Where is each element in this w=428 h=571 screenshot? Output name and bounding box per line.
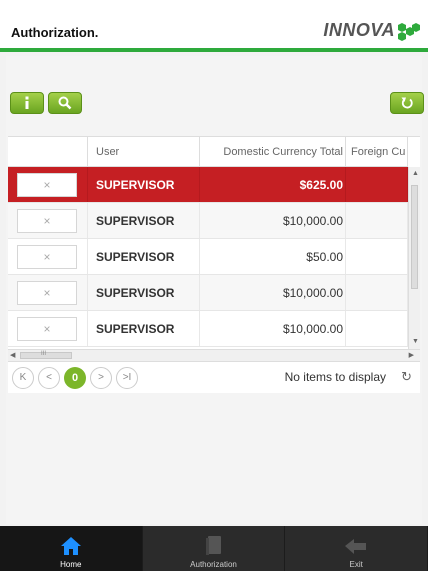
column-header-action[interactable] bbox=[8, 137, 88, 166]
reject-button[interactable]: × bbox=[17, 172, 77, 197]
reject-button[interactable]: × bbox=[17, 244, 77, 269]
nav-exit[interactable]: Exit bbox=[285, 526, 428, 571]
foreign-currency-cell bbox=[346, 167, 408, 202]
foreign-currency-cell bbox=[346, 239, 408, 274]
column-header-foreign-currency[interactable]: Foreign Cu bbox=[346, 137, 408, 166]
horizontal-scroll-thumb[interactable]: III bbox=[20, 351, 72, 359]
grid-header: User Domestic Currency Total Foreign Cu bbox=[8, 137, 408, 167]
main-content: User Domestic Currency Total Foreign Cu … bbox=[6, 56, 424, 524]
pager-info: No items to display bbox=[284, 370, 386, 384]
column-header-user[interactable]: User bbox=[88, 137, 200, 166]
table-row[interactable]: × SUPERVISOR $10,000.00 bbox=[8, 203, 408, 239]
current-page-indicator[interactable]: 0 bbox=[64, 366, 86, 389]
hexagon-logo-icon bbox=[398, 22, 420, 41]
domestic-total-cell: $625.00 bbox=[200, 167, 346, 202]
nav-authorization-label: Authorization bbox=[190, 560, 237, 569]
reject-button[interactable]: × bbox=[17, 316, 77, 341]
table-row[interactable]: × SUPERVISOR $625.00 bbox=[8, 167, 408, 203]
book-icon bbox=[205, 536, 221, 555]
column-header-domestic-total[interactable]: Domestic Currency Total bbox=[200, 137, 346, 166]
search-button[interactable] bbox=[48, 92, 82, 114]
user-cell: SUPERVISOR bbox=[88, 239, 200, 274]
info-icon bbox=[25, 96, 29, 109]
app-header: Authorization. INNOVA bbox=[0, 0, 428, 52]
back-arrow-icon bbox=[345, 539, 367, 554]
last-page-button[interactable]: >I bbox=[116, 366, 138, 389]
info-button[interactable] bbox=[10, 92, 44, 114]
vertical-scroll-thumb[interactable] bbox=[411, 185, 418, 289]
user-cell: SUPERVISOR bbox=[88, 275, 200, 310]
foreign-currency-cell bbox=[346, 311, 408, 346]
scroll-thumb-grip: III bbox=[41, 351, 47, 357]
foreign-currency-cell bbox=[346, 275, 408, 310]
nav-home[interactable]: Home bbox=[0, 526, 143, 571]
home-icon bbox=[60, 537, 81, 555]
domestic-total-cell: $10,000.00 bbox=[200, 275, 346, 310]
vertical-scrollbar[interactable]: ▲ ▼ bbox=[408, 167, 420, 349]
scroll-down-icon[interactable]: ▼ bbox=[412, 337, 419, 347]
pager-refresh-icon[interactable]: ↻ bbox=[401, 369, 412, 385]
refresh-button[interactable] bbox=[390, 92, 424, 114]
scroll-left-icon[interactable]: ◀ bbox=[10, 351, 15, 361]
refresh-icon bbox=[401, 97, 413, 109]
horizontal-scrollbar[interactable]: ◀ III ▶ bbox=[8, 349, 420, 361]
table-row[interactable]: × SUPERVISOR $10,000.00 bbox=[8, 311, 408, 347]
grid-rows: × SUPERVISOR $625.00 × SUPERVISOR $10,00… bbox=[8, 167, 408, 347]
scroll-right-icon[interactable]: ▶ bbox=[409, 351, 414, 361]
innova-logo: INNOVA bbox=[323, 20, 420, 41]
domestic-total-cell: $10,000.00 bbox=[200, 203, 346, 238]
table-row[interactable]: × SUPERVISOR $10,000.00 bbox=[8, 275, 408, 311]
authorization-grid: User Domestic Currency Total Foreign Cu … bbox=[8, 136, 420, 393]
domestic-total-cell: $50.00 bbox=[200, 239, 346, 274]
scroll-up-icon[interactable]: ▲ bbox=[412, 169, 419, 179]
previous-page-button[interactable]: < bbox=[38, 366, 60, 389]
table-row[interactable]: × SUPERVISOR $50.00 bbox=[8, 239, 408, 275]
page-title: Authorization. bbox=[11, 25, 99, 40]
nav-home-label: Home bbox=[60, 560, 82, 569]
nav-authorization[interactable]: Authorization bbox=[143, 526, 286, 571]
nav-exit-label: Exit bbox=[349, 560, 363, 569]
bottom-nav: Home Authorization Exit bbox=[0, 526, 428, 571]
reject-button[interactable]: × bbox=[17, 208, 77, 233]
next-page-button[interactable]: > bbox=[90, 366, 112, 389]
user-cell: SUPERVISOR bbox=[88, 167, 200, 202]
foreign-currency-cell bbox=[346, 203, 408, 238]
user-cell: SUPERVISOR bbox=[88, 311, 200, 346]
first-page-button[interactable]: K bbox=[12, 366, 34, 389]
logo-text: INNOVA bbox=[323, 20, 395, 40]
pager: K < 0 > >I No items to display ↻ bbox=[8, 361, 420, 393]
reject-button[interactable]: × bbox=[17, 280, 77, 305]
search-icon bbox=[58, 96, 72, 110]
domestic-total-cell: $10,000.00 bbox=[200, 311, 346, 346]
user-cell: SUPERVISOR bbox=[88, 203, 200, 238]
